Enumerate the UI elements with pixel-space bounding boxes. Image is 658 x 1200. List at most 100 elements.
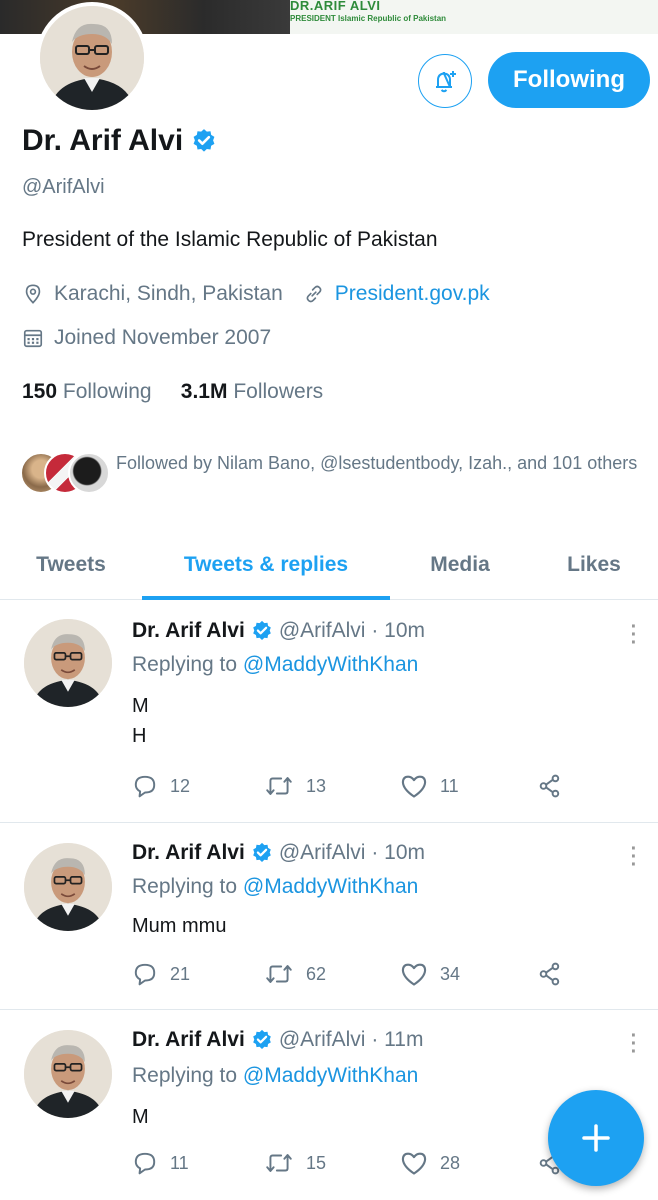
reply-button[interactable]: 11 bbox=[132, 1150, 189, 1176]
like-button[interactable]: 28 bbox=[400, 1150, 460, 1176]
avatar-portrait bbox=[24, 843, 112, 931]
retweet-icon bbox=[266, 965, 292, 983]
more-vertical-icon[interactable]: · · · bbox=[628, 839, 640, 875]
followers-label: Followers bbox=[233, 380, 324, 403]
reply-icon bbox=[134, 1152, 156, 1175]
calendar-icon bbox=[23, 329, 43, 348]
reply-count: 12 bbox=[170, 775, 191, 796]
tweet-item[interactable]: Dr. Arif Alvi @ArifAlvi · 10m · · · Replyi… bbox=[0, 823, 658, 1010]
compose-tweet-button[interactable] bbox=[548, 1090, 644, 1186]
retweet-button[interactable]: 62 bbox=[264, 961, 326, 987]
active-tab-indicator bbox=[142, 596, 390, 600]
replying-to-prefix: Replying to bbox=[132, 653, 238, 676]
tweet-body: M H bbox=[132, 691, 149, 751]
retweet-icon bbox=[266, 777, 292, 795]
followers-count: 3.1M bbox=[180, 380, 228, 403]
retweet-button[interactable]: 15 bbox=[264, 1150, 326, 1176]
follower-avatar bbox=[68, 452, 110, 494]
reply-icon bbox=[134, 963, 156, 986]
profile-meta-location-row: Karachi, Sindh, Pakistan President.gov.p… bbox=[22, 282, 490, 306]
link-icon bbox=[306, 285, 322, 303]
profile-joined-date: Joined November 2007 bbox=[54, 326, 272, 349]
tweet-header: Dr. Arif Alvi @ArifAlvi · 10m bbox=[132, 619, 425, 643]
reply-button[interactable]: 12 bbox=[132, 773, 190, 799]
tweet-body: M bbox=[132, 1102, 149, 1132]
like-button[interactable]: 11 bbox=[400, 773, 459, 799]
tweet-timestamp[interactable]: · 11m bbox=[371, 1028, 423, 1052]
tweet-timestamp[interactable]: · 10m bbox=[371, 619, 425, 643]
banner-title: DR.ARIF ALVI bbox=[290, 0, 381, 13]
tweet-author-name[interactable]: Dr. Arif Alvi bbox=[132, 619, 245, 643]
profile-bio: President of the Islamic Republic of Pak… bbox=[22, 228, 438, 251]
like-button[interactable]: 34 bbox=[400, 961, 460, 987]
tab-likes[interactable]: Likes bbox=[530, 530, 658, 600]
tweet-author-handle[interactable]: @ArifAlvi bbox=[279, 619, 366, 643]
tweet-avatar[interactable] bbox=[24, 619, 112, 707]
retweet-button[interactable]: 13 bbox=[264, 773, 326, 799]
retweet-count: 62 bbox=[306, 963, 327, 984]
replying-to-prefix: Replying to bbox=[132, 875, 238, 898]
like-count: 28 bbox=[440, 1152, 461, 1173]
tab-tweets-and-replies[interactable]: Tweets & replies bbox=[142, 530, 390, 600]
following-count: 150 bbox=[22, 380, 58, 403]
tweet-author-name[interactable]: Dr. Arif Alvi bbox=[132, 841, 245, 865]
verified-badge-icon bbox=[193, 129, 215, 152]
tweet-text-line: M bbox=[132, 1106, 149, 1128]
verified-badge-icon bbox=[253, 842, 271, 862]
profile-name-row: Dr. Arif Alvi bbox=[22, 124, 217, 158]
tweet-author-name[interactable]: Dr. Arif Alvi bbox=[132, 1028, 245, 1052]
tweet-timestamp[interactable]: · 10m bbox=[371, 841, 425, 865]
more-vertical-icon[interactable]: · · · bbox=[628, 617, 640, 653]
tweet-avatar[interactable] bbox=[24, 1030, 112, 1118]
tweet-avatar[interactable] bbox=[24, 843, 112, 931]
follow-counts: 150 Following 3.1M Followers bbox=[22, 380, 323, 404]
replying-to: Replying to @MaddyWithKhan bbox=[132, 875, 418, 899]
tweet-author-handle[interactable]: @ArifAlvi bbox=[279, 1028, 366, 1052]
share-button[interactable] bbox=[536, 773, 564, 799]
tweet-header: Dr. Arif Alvi @ArifAlvi · 10m bbox=[132, 841, 425, 865]
tweet-actions: 12 13 11 bbox=[132, 773, 572, 803]
replying-to: Replying to @MaddyWithKhan bbox=[132, 1064, 418, 1088]
followed-by-avatars[interactable] bbox=[20, 452, 112, 496]
verified-badge-icon bbox=[253, 620, 271, 640]
like-count: 11 bbox=[440, 775, 459, 796]
banner-subtitle: PRESIDENT Islamic Republic of Pakistan bbox=[290, 14, 447, 23]
like-icon bbox=[401, 963, 427, 986]
share-icon bbox=[539, 774, 560, 798]
following-count-link[interactable]: 150 Following bbox=[22, 380, 152, 403]
followers-count-link[interactable]: 3.1M Followers bbox=[181, 380, 323, 403]
like-icon bbox=[401, 1152, 427, 1175]
notifications-bell-button[interactable] bbox=[418, 54, 472, 108]
share-button[interactable] bbox=[536, 961, 564, 987]
replying-to-handle[interactable]: @MaddyWithKhan bbox=[243, 875, 418, 898]
reply-button[interactable]: 21 bbox=[132, 961, 190, 987]
compose-plus-icon bbox=[582, 1124, 610, 1152]
like-count: 34 bbox=[440, 963, 461, 984]
reply-count: 21 bbox=[170, 963, 191, 984]
retweet-icon bbox=[266, 1154, 292, 1172]
more-vertical-icon[interactable]: · · · bbox=[628, 1026, 640, 1062]
replying-to: Replying to @MaddyWithKhan bbox=[132, 653, 418, 677]
profile-name: Dr. Arif Alvi bbox=[22, 124, 184, 157]
following-button[interactable]: Following bbox=[488, 52, 650, 108]
like-icon bbox=[401, 775, 427, 798]
tweet-actions: 11 15 28 bbox=[132, 1150, 572, 1180]
replying-to-handle[interactable]: @MaddyWithKhan bbox=[243, 1064, 418, 1087]
profile-location: Karachi, Sindh, Pakistan bbox=[54, 282, 283, 305]
profile-tabs: Tweets Tweets & replies Media Likes bbox=[0, 530, 658, 600]
replying-to-prefix: Replying to bbox=[132, 1064, 238, 1087]
share-icon bbox=[539, 962, 560, 986]
tweet-item[interactable]: Dr. Arif Alvi @ArifAlvi · 10m · · · Replyi… bbox=[0, 601, 658, 823]
tab-media[interactable]: Media bbox=[390, 530, 530, 600]
following-label: Following bbox=[62, 380, 152, 403]
avatar-portrait bbox=[40, 6, 144, 110]
tweet-text-line: M bbox=[132, 695, 149, 717]
profile-avatar[interactable] bbox=[36, 2, 148, 114]
replying-to-handle[interactable]: @MaddyWithKhan bbox=[243, 653, 418, 676]
tweet-author-handle[interactable]: @ArifAlvi bbox=[279, 841, 366, 865]
profile-website-link[interactable]: President.gov.pk bbox=[335, 282, 490, 306]
followed-by-text[interactable]: Followed by Nilam Bano, @lsestudentbody,… bbox=[116, 450, 646, 476]
profile-meta-joined-row: Joined November 2007 bbox=[22, 326, 271, 350]
tab-tweets[interactable]: Tweets bbox=[0, 530, 142, 600]
avatar-portrait bbox=[24, 1030, 112, 1118]
